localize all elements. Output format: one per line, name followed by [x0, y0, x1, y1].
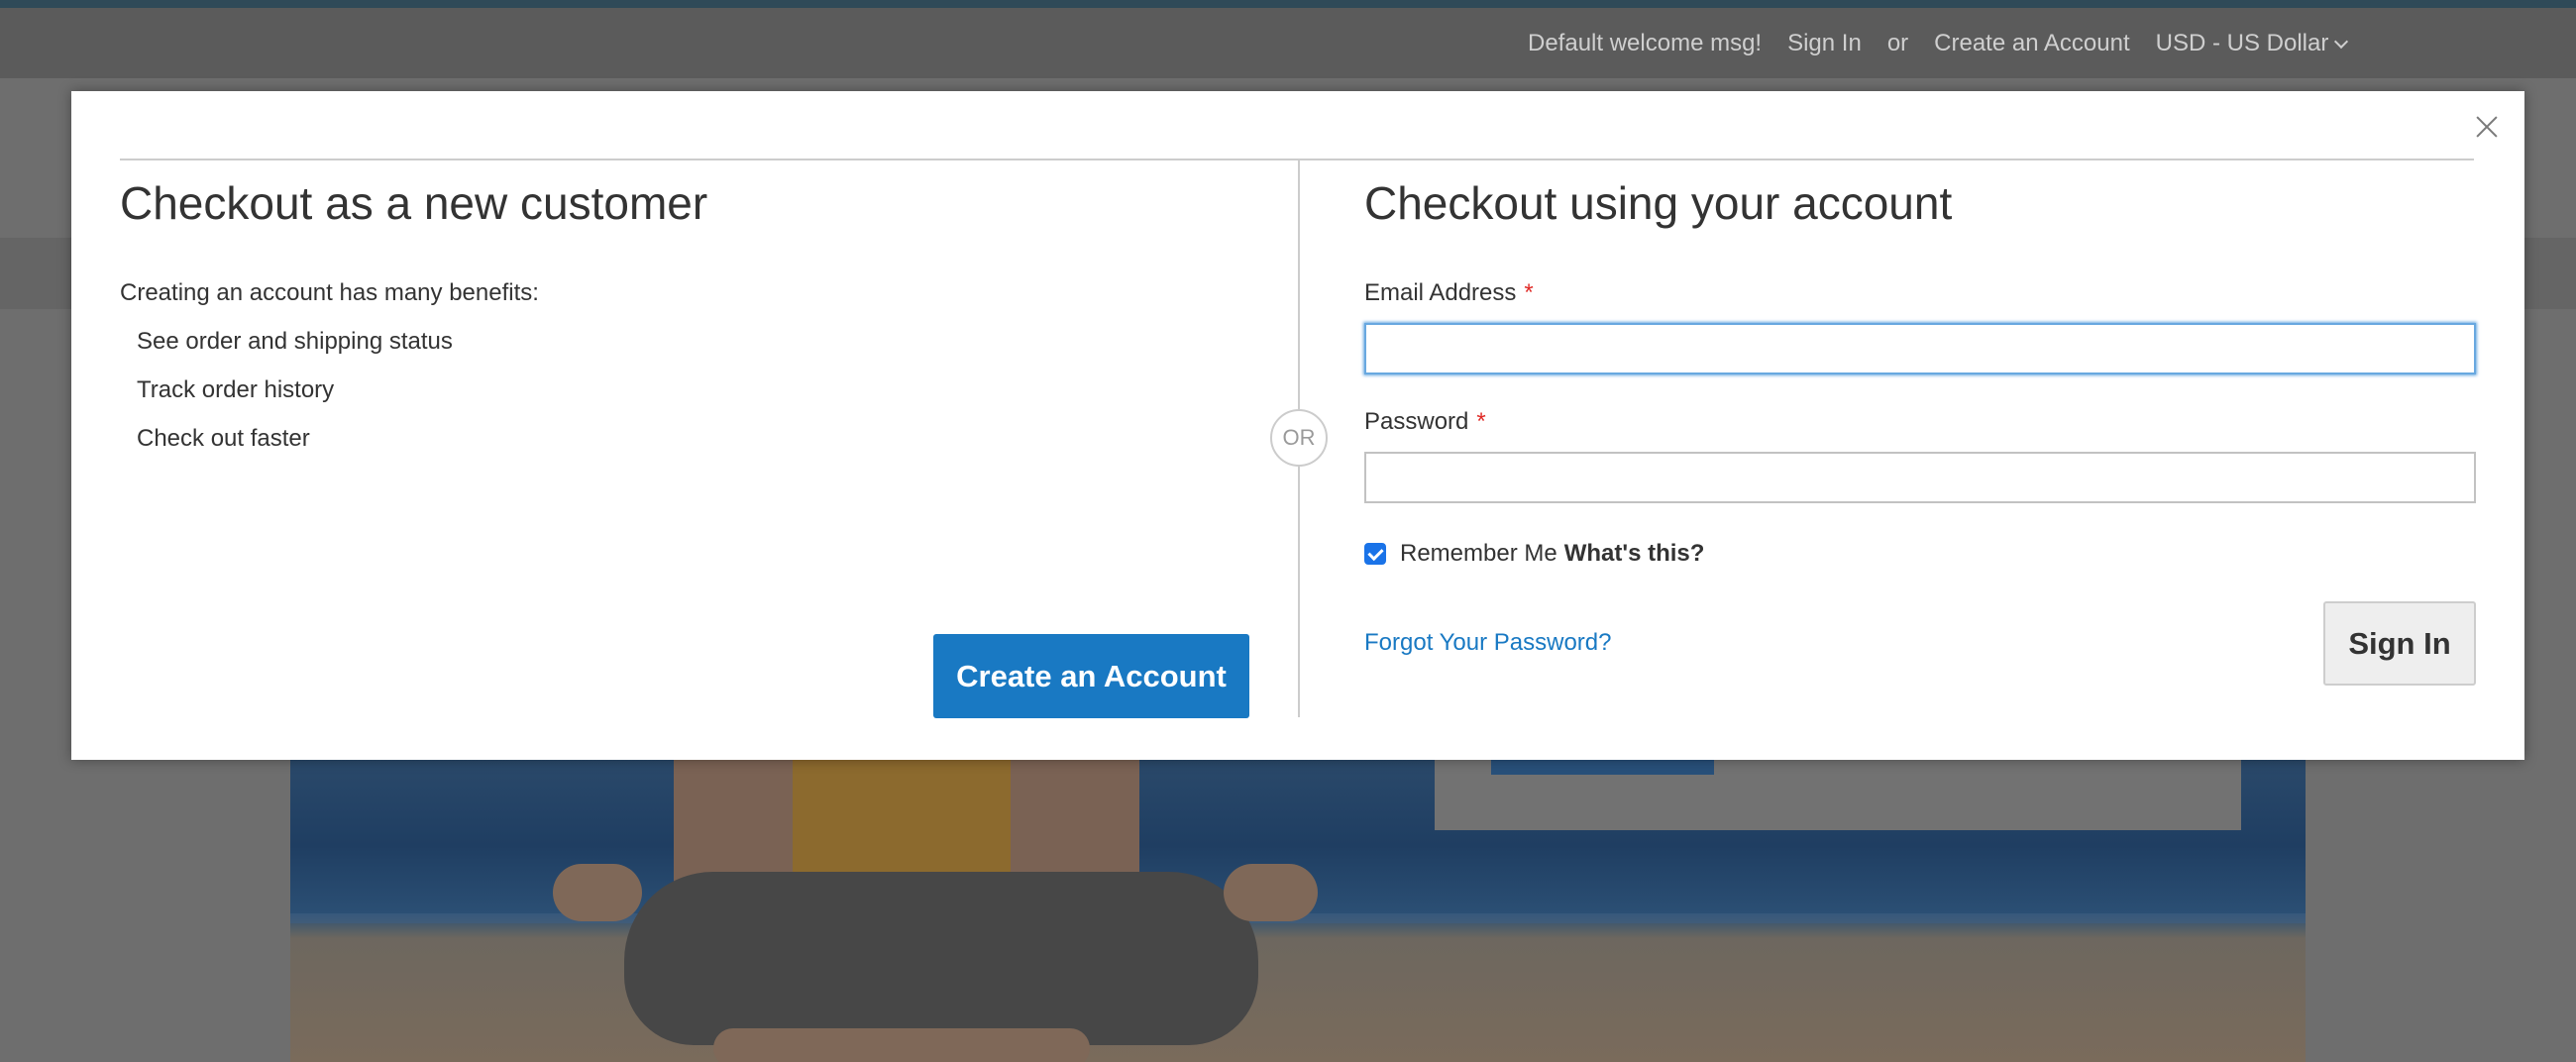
remember-me-row: Remember Me What's this? [1364, 539, 1704, 569]
header-links: Default welcome msg! Sign In or Create a… [1528, 8, 2372, 78]
benefit-item: See order and shipping status [137, 328, 453, 355]
remember-me-label[interactable]: Remember Me [1400, 540, 1557, 568]
email-label: Email Address * [1364, 279, 1534, 307]
header-sign-in-link[interactable]: Sign In [1787, 30, 1862, 57]
benefits-intro: Creating an account has many benefits: [120, 279, 539, 306]
top-accent-strip [0, 0, 2576, 8]
currency-switcher[interactable]: USD - US Dollar [2155, 29, 2349, 57]
currency-label: USD - US Dollar [2155, 29, 2329, 56]
chevron-down-icon [2334, 34, 2349, 49]
modal-header-divider [120, 159, 2474, 160]
password-field[interactable] [1364, 452, 2476, 503]
page-header: Default welcome msg! Sign In or Create a… [0, 8, 2576, 78]
password-label-text: Password [1364, 408, 1469, 435]
required-marker: * [1476, 408, 1486, 435]
email-field[interactable] [1364, 323, 2476, 374]
password-label: Password * [1364, 408, 1486, 436]
welcome-message: Default welcome msg! [1528, 29, 1763, 56]
new-customer-title: Checkout as a new customer [120, 177, 708, 229]
whats-this-link[interactable]: What's this? [1564, 540, 1705, 568]
existing-customer-title: Checkout using your account [1364, 177, 1953, 229]
email-label-text: Email Address [1364, 279, 1517, 306]
header-or-text: or [1886, 29, 1909, 56]
close-icon[interactable] [2467, 107, 2507, 147]
or-separator: OR [1270, 409, 1328, 467]
benefit-item: Check out faster [137, 425, 310, 452]
remember-me-checkbox[interactable] [1364, 543, 1386, 565]
benefit-item: Track order history [137, 376, 335, 403]
header-create-account-link[interactable]: Create an Account [1934, 30, 2129, 57]
create-account-button[interactable]: Create an Account [933, 634, 1249, 718]
required-marker: * [1524, 279, 1534, 306]
forgot-password-link[interactable]: Forgot Your Password? [1364, 629, 1611, 657]
sign-in-button[interactable]: Sign In [2323, 601, 2476, 686]
